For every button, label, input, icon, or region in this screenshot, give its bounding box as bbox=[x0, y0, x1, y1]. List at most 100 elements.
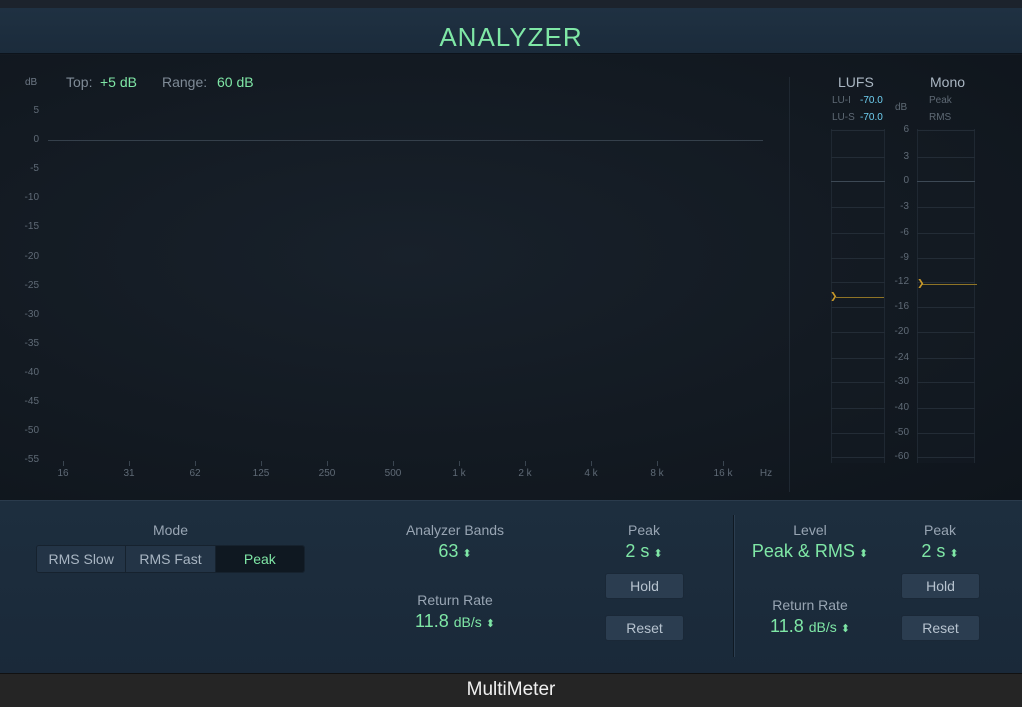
mono-title: Mono bbox=[930, 74, 966, 90]
analyzer-db-tick-label: 5 bbox=[33, 105, 39, 116]
analyzer-db-tick-label: -30 bbox=[24, 308, 39, 320]
analyzer-db-tick-label: -15 bbox=[24, 221, 39, 233]
analyzer-peak-value: 2 s bbox=[625, 541, 650, 561]
analyzer-return-rate-value: 11.8 bbox=[415, 611, 449, 631]
analyzer-db-tick-label: -10 bbox=[24, 192, 39, 204]
analyzer-freq-tick-label: 250 bbox=[318, 468, 336, 479]
lufs-meter-gridline bbox=[831, 130, 885, 131]
analyzer-hold-button[interactable]: Hold bbox=[605, 573, 684, 599]
level-mode-stepper[interactable]: Peak & RMS ⬍ bbox=[735, 541, 885, 562]
level-return-rate-unit: dB/s bbox=[808, 619, 837, 635]
analyzer-freq-tick bbox=[525, 461, 526, 466]
analyzer-freq-tick bbox=[63, 461, 64, 466]
lufs-meter-gridline bbox=[831, 307, 885, 308]
mono-meter-gridline bbox=[917, 207, 975, 208]
analyzer-db-tick-label: -55 bbox=[24, 454, 39, 466]
lufs-meter bbox=[831, 129, 885, 463]
stepper-icon: ⬍ bbox=[858, 548, 869, 560]
lufs-meter-gridline bbox=[831, 382, 885, 383]
analyzer-display: dB Top: +5 dB Range: 60 dB 5 0 -5 -10 -15 -20… bbox=[0, 55, 1022, 500]
top-value[interactable]: +5 dB bbox=[100, 74, 137, 90]
mode-rms-fast-button[interactable]: RMS Fast bbox=[126, 546, 216, 572]
stepper-icon: ⬍ bbox=[949, 548, 959, 560]
controls-panel: Mode RMS Slow RMS Fast Peak Analyzer Ban… bbox=[0, 500, 1022, 673]
level-return-rate-value: 11.8 bbox=[770, 616, 804, 636]
lu-s-value: -70.0 bbox=[860, 112, 883, 123]
analyzer-db-tick-label: -5 bbox=[30, 163, 39, 175]
mode-segmented-control: RMS Slow RMS Fast Peak bbox=[36, 545, 305, 573]
analyzer-freq-tick bbox=[723, 461, 724, 466]
level-peak-label: Peak bbox=[924, 522, 956, 538]
stepper-icon: ⬍ bbox=[485, 618, 495, 630]
analyzer-db-tick-label: -45 bbox=[24, 396, 39, 407]
mono-rms-label: RMS bbox=[929, 112, 952, 123]
analyzer-freq-tick-label: 31 bbox=[123, 468, 135, 479]
mode-rms-slow-button[interactable]: RMS Slow bbox=[37, 546, 127, 572]
mono-meter-gridline bbox=[917, 233, 975, 234]
analyzer-return-rate-label: Return Rate bbox=[417, 592, 493, 608]
level-mode-value: Peak & RMS bbox=[751, 541, 855, 561]
analyzer-freq-tick bbox=[591, 461, 592, 466]
mono-meter-gridline bbox=[917, 282, 975, 283]
analyzer-freq-tick-label: 8 k bbox=[650, 468, 664, 479]
analyzer-db-tick-label: -25 bbox=[24, 279, 39, 291]
view-title[interactable]: ANALYZER bbox=[0, 22, 1022, 53]
analyzer-reset-button[interactable]: Reset bbox=[605, 615, 684, 641]
mono-marker-arrow-icon: ❯ bbox=[917, 278, 925, 288]
mono-meter-gridline bbox=[917, 332, 975, 333]
mode-peak-button[interactable]: Peak bbox=[215, 546, 304, 572]
analyzer-db-tick-label: -20 bbox=[24, 250, 39, 262]
mono-meter-gridline bbox=[917, 130, 975, 131]
lufs-meter-gridline bbox=[831, 358, 885, 359]
analyzer-peak-stepper[interactable]: 2 s ⬍ bbox=[594, 541, 694, 562]
plugin-name: MultiMeter bbox=[466, 679, 556, 700]
lufs-meter-gridline bbox=[831, 408, 885, 409]
analyzer-bands-stepper[interactable]: 63 ⬍ bbox=[385, 541, 525, 562]
level-hold-button[interactable]: Hold bbox=[901, 573, 980, 599]
meter-db-unit: dB bbox=[895, 102, 908, 113]
window-top-strip bbox=[0, 0, 1022, 8]
mono-meter-gridline bbox=[917, 433, 975, 434]
lu-i-label: LU-I bbox=[832, 95, 851, 106]
analyzer-freq-tick-label: 500 bbox=[384, 468, 402, 479]
stepper-icon: ⬍ bbox=[653, 548, 663, 560]
panel-divider bbox=[789, 77, 790, 492]
analyzer-freq-tick-label: Hz bbox=[759, 468, 773, 479]
level-return-rate-stepper[interactable]: 11.8 dB/s ⬍ bbox=[740, 616, 880, 637]
level-peak-value: 2 s bbox=[921, 541, 946, 561]
analyzer-freq-tick bbox=[129, 461, 130, 466]
range-value[interactable]: 60 dB bbox=[217, 74, 254, 90]
level-peak-stepper[interactable]: 2 s ⬍ bbox=[890, 541, 990, 562]
lufs-meter-gridline bbox=[831, 157, 885, 158]
stepper-icon: ⬍ bbox=[840, 623, 850, 635]
level-label: Level bbox=[793, 522, 827, 538]
lufs-title: LUFS bbox=[838, 74, 874, 90]
lufs-meter-gridline bbox=[831, 282, 885, 283]
analyzer-freq-tick bbox=[459, 461, 460, 466]
analyzer-return-rate-unit: dB/s bbox=[453, 614, 482, 630]
analyzer-freq-tick bbox=[195, 461, 196, 466]
lufs-meter-gridline bbox=[831, 233, 885, 234]
analyzer-db-tick-label: -50 bbox=[24, 425, 39, 437]
analyzer-bands-value: 63 bbox=[438, 541, 459, 561]
top-label: Top: bbox=[66, 74, 93, 90]
analyzer-db-tick-label: -40 bbox=[24, 366, 39, 378]
analyzer-bands-label: Analyzer Bands bbox=[405, 522, 505, 538]
analyzer-peak-label: Peak bbox=[628, 522, 660, 538]
analyzer-freq-tick-label: 2 k bbox=[518, 468, 532, 479]
lu-i-value: -70.0 bbox=[860, 95, 883, 106]
lufs-meter-gridline bbox=[831, 433, 885, 434]
title-bar: ANALYZER bbox=[0, 8, 1022, 54]
mono-meter-gridline bbox=[917, 307, 975, 308]
lufs-meter-gridline bbox=[831, 181, 885, 182]
zero-db-line bbox=[48, 140, 763, 141]
lufs-meter-gridline bbox=[831, 258, 885, 259]
mono-meter-gridline bbox=[917, 181, 975, 182]
mono-meter-gridline bbox=[917, 157, 975, 158]
level-reset-button[interactable]: Reset bbox=[901, 615, 980, 641]
lufs-level-marker bbox=[836, 297, 884, 298]
stepper-icon: ⬍ bbox=[462, 548, 472, 560]
analyzer-return-rate-stepper[interactable]: 11.8 dB/s ⬍ bbox=[385, 611, 525, 632]
lufs-meter-gridline bbox=[831, 332, 885, 333]
mode-label: Mode bbox=[152, 522, 189, 538]
